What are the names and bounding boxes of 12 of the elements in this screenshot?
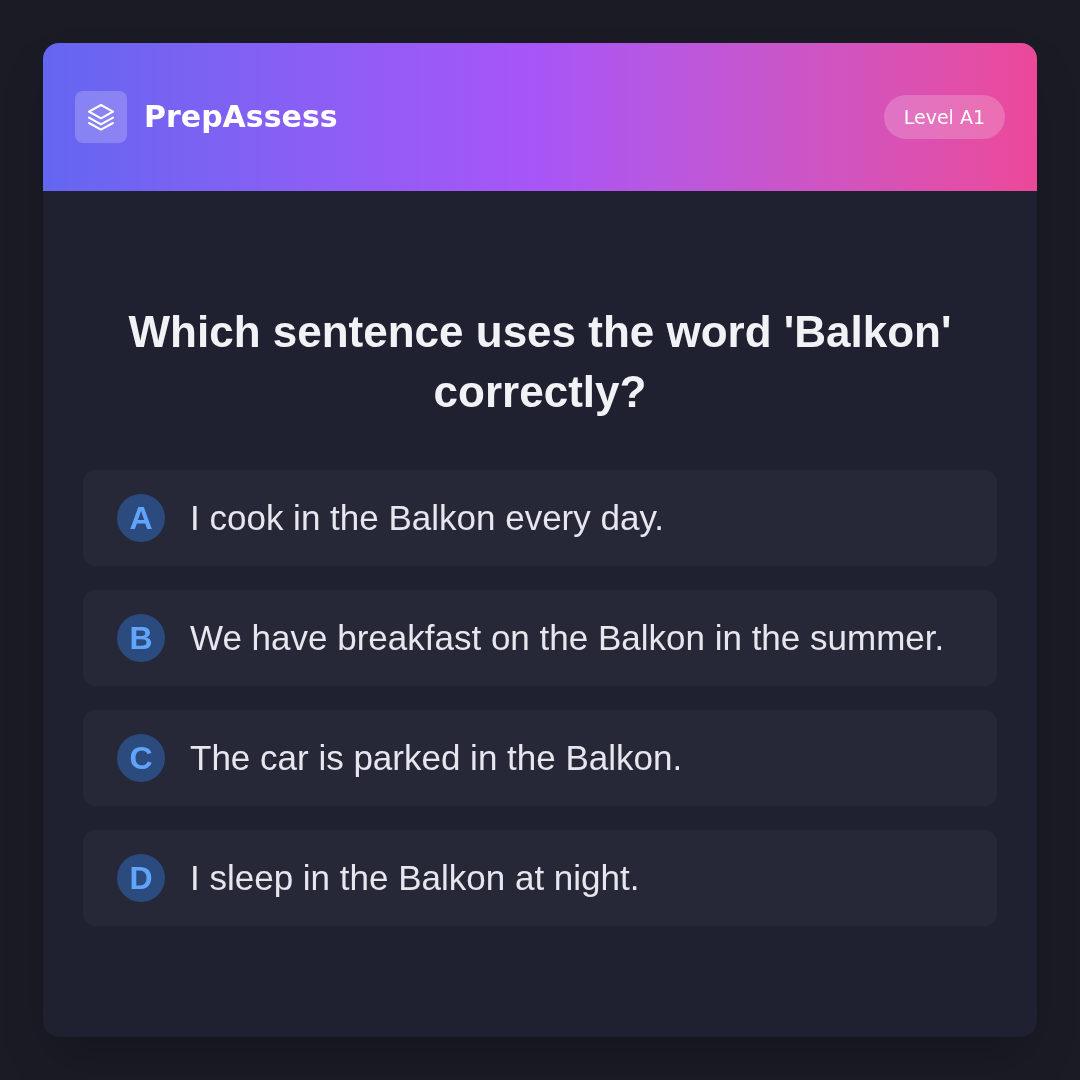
option-letter: B (117, 614, 165, 662)
option-letter: D (117, 854, 165, 902)
answer-option[interactable]: A I cook in the Balkon every day. (83, 470, 997, 566)
layers-icon (75, 91, 127, 143)
option-letter: C (117, 734, 165, 782)
answer-option[interactable]: D I sleep in the Balkon at night. (83, 830, 997, 926)
answer-option[interactable]: C The car is parked in the Balkon. (83, 710, 997, 806)
option-letter: A (117, 494, 165, 542)
level-badge: Level A1 (883, 95, 1005, 139)
question-text: Which sentence uses the word 'Balkon' correctly? (127, 306, 953, 418)
answer-option[interactable]: B We have breakfast on the Balkon in the summer. (83, 590, 997, 686)
brand-name: PrepAssess (144, 102, 338, 132)
